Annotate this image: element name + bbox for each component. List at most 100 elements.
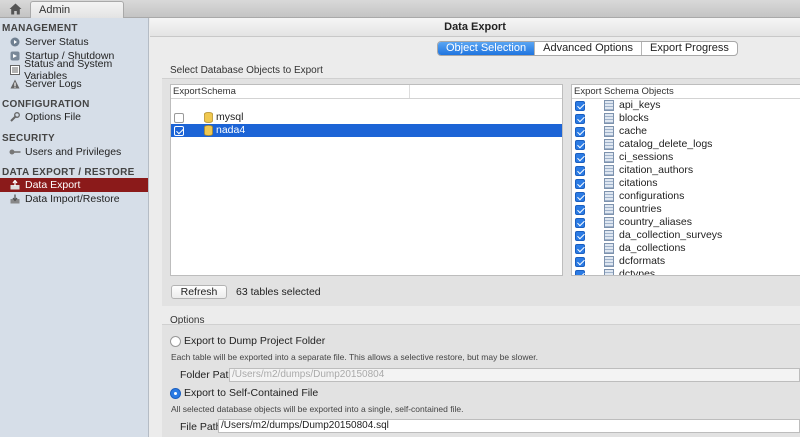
folder-path-label: Folder Path [180,369,235,381]
home-button[interactable] [0,0,30,18]
key-icon [9,146,21,158]
export-checkbox[interactable] [575,114,585,124]
export-checkbox[interactable] [575,205,585,215]
folder-path-field[interactable]: /Users/m2/dumps/Dump20150804 [229,368,800,382]
export-checkbox[interactable] [575,231,585,241]
object-name: blocks [619,112,649,124]
sidebar-item-data-import[interactable]: Data Import/Restore [0,192,148,206]
object-name: citation_authors [619,164,694,176]
sidebar-item-server-logs[interactable]: Server Logs [0,77,148,91]
tab-advanced-options[interactable]: Advanced Options [534,42,641,55]
export-checkbox[interactable] [575,218,585,228]
object-row[interactable]: da_collections [572,242,800,255]
object-row[interactable]: dcformats [572,255,800,268]
column-header-schema[interactable]: Schema [201,86,236,97]
object-row[interactable]: configurations [572,190,800,203]
section-title-data-export: DATA EXPORT / RESTORE [2,167,135,178]
self-contained-radio[interactable] [170,388,181,399]
tab-segmented-control: Object Selection Advanced Options Export… [437,41,738,56]
object-name: da_collection_surveys [619,229,723,241]
section-title-security: SECURITY [2,133,55,144]
object-name: ci_sessions [619,151,674,163]
table-icon [604,178,614,189]
dump-folder-radio[interactable] [170,336,181,347]
objects-list-header: Export Schema Objects [572,85,800,99]
variables-icon [9,64,20,76]
table-icon [604,126,614,137]
export-checkbox[interactable] [575,179,585,189]
table-icon [604,165,614,176]
wrench-icon [9,111,21,123]
object-row[interactable]: api_keys [572,99,800,112]
export-checkbox[interactable] [174,113,184,123]
startup-icon [9,50,21,62]
object-row[interactable]: da_collection_surveys [572,229,800,242]
schema-row-nada4[interactable]: nada4 [171,124,562,137]
object-row[interactable]: country_aliases [572,216,800,229]
export-checkbox[interactable] [575,257,585,267]
export-checkbox[interactable] [575,166,585,176]
object-row[interactable]: citations [572,177,800,190]
object-row[interactable]: dctypes [572,268,800,276]
object-row[interactable]: countries [572,203,800,216]
object-row[interactable]: cache [572,125,800,138]
table-icon [604,113,614,124]
export-checkbox[interactable] [575,244,585,254]
schema-objects-list: Export Schema Objects api_keys blocks cach… [571,84,800,276]
export-checkbox[interactable] [575,140,585,150]
object-row[interactable]: ci_sessions [572,151,800,164]
dump-folder-description: Each table will be exported into a separ… [171,352,538,362]
sidebar-item-server-status[interactable]: Server Status [0,35,148,49]
object-name: configurations [619,190,685,202]
table-icon [604,191,614,202]
column-header-schema-objects[interactable]: Schema Objects [604,86,674,97]
self-contained-label[interactable]: Export to Self-Contained File [184,387,318,399]
tab-export-progress[interactable]: Export Progress [641,42,737,55]
sidebar-item-label: Data Export [25,179,81,191]
sidebar-item-data-export[interactable]: Data Export [0,178,148,192]
column-divider [409,85,410,98]
sidebar-item-users-privileges[interactable]: Users and Privileges [0,145,148,159]
table-icon [604,152,614,163]
home-icon [9,3,21,15]
import-icon [9,193,21,205]
object-name: dcformats [619,255,666,267]
sidebar: MANAGEMENT Server Status Startup / Shutd… [0,18,149,437]
tab-object-selection[interactable]: Object Selection [438,42,535,55]
top-tab-bar: Admin (localhost) [0,0,800,32]
column-header-export[interactable]: Export [173,86,200,97]
object-name: catalog_delete_logs [619,138,713,150]
object-name: da_collections [619,242,686,254]
sidebar-item-options-file[interactable]: Options File [0,110,148,124]
schema-name: mysql [216,111,244,123]
object-row[interactable]: blocks [572,112,800,125]
object-name: dctypes [619,268,656,276]
export-checkbox[interactable] [575,101,585,111]
database-icon [204,112,213,123]
object-row[interactable]: catalog_delete_logs [572,138,800,151]
self-contained-description: All selected database objects will be ex… [171,404,464,414]
schema-list: Export Schema mysql nada4 [170,84,563,276]
object-name: citations [619,177,658,189]
object-name: countries [619,203,662,215]
export-checkbox[interactable] [174,126,184,136]
table-icon [604,139,614,150]
schema-row-mysql[interactable]: mysql [171,111,562,124]
dump-folder-label[interactable]: Export to Dump Project Folder [184,335,325,347]
file-path-field[interactable]: /Users/m2/dumps/Dump20150804.sql [218,419,800,433]
object-row[interactable]: citation_authors [572,164,800,177]
sidebar-item-status-variables[interactable]: Status and System Variables [0,58,148,82]
section-title-management: MANAGEMENT [2,23,78,34]
export-checkbox[interactable] [575,153,585,163]
connection-tab[interactable]: Admin (localhost) [30,1,124,32]
export-checkbox[interactable] [575,192,585,202]
schema-name: nada4 [216,124,246,136]
schema-list-header: Export Schema [171,85,562,99]
section-title-configuration: CONFIGURATION [2,99,90,110]
database-icon [204,125,213,136]
export-checkbox[interactable] [575,270,585,275]
refresh-button[interactable]: Refresh [171,285,227,299]
column-header-export[interactable]: Export [574,86,601,97]
sidebar-item-label: Server Status [25,36,89,48]
export-checkbox[interactable] [575,127,585,137]
